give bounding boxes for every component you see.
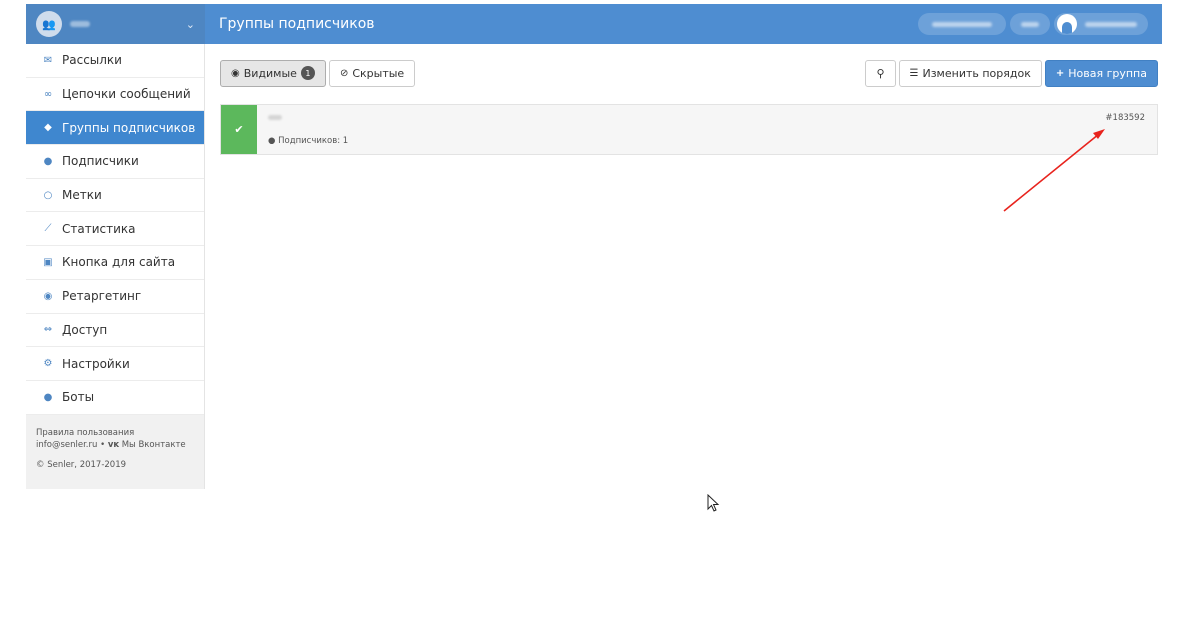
- tariff-pill[interactable]: [918, 13, 1006, 35]
- sidebar-item-7[interactable]: ◉ Ретаргетинг: [26, 280, 204, 314]
- page-title: Группы подписчиков: [219, 16, 375, 32]
- list-icon: ☰: [909, 67, 919, 79]
- reorder-label: Изменить порядок: [922, 66, 1031, 80]
- circle-icon: ○: [43, 189, 53, 201]
- sidebar-item-label: Группы подписчиков: [62, 120, 196, 135]
- android-icon: ●: [43, 391, 53, 403]
- code-file-icon: ▣: [43, 256, 53, 268]
- user-avatar-icon: [1057, 14, 1077, 34]
- sidebar-item-6[interactable]: ▣ Кнопка для сайта: [26, 246, 204, 280]
- search-button[interactable]: ⚲: [865, 59, 896, 87]
- email-link[interactable]: info@senler.ru: [36, 440, 97, 450]
- sidebar-item-10[interactable]: ● Боты: [26, 381, 204, 415]
- main-content: ◉ Видимые 1 ⊘ Скрытые ⚲ ☰ Изменить поряд…: [205, 44, 1162, 489]
- sidebar-item-1[interactable]: ∞ Цепочки сообщений: [26, 78, 204, 112]
- handshake-icon: ⇔: [43, 324, 53, 336]
- sidebar-item-label: Метки: [62, 188, 102, 203]
- subscriber-count: ● Подписчиков: 1: [268, 136, 1146, 146]
- sidebar: ✉ Рассылки ∞ Цепочки сообщений ◆ Группы подпи…: [26, 44, 205, 489]
- hidden-filter-button[interactable]: ⊘ Скрытые: [328, 59, 416, 87]
- visible-label: Видимые: [243, 66, 297, 80]
- chevron-down-icon[interactable]: ⌄: [186, 18, 195, 31]
- chart-line-icon: ⟋: [44, 223, 52, 235]
- header-user-area: [918, 13, 1148, 35]
- group-name-blurred: [268, 115, 282, 120]
- user-icon: ●: [268, 136, 276, 146]
- link-icon: ∞: [43, 88, 53, 100]
- sidebar-item-label: Боты: [62, 390, 95, 405]
- sidebar-item-5[interactable]: ⟋ Статистика: [26, 212, 204, 247]
- sidebar-item-3[interactable]: ● Подписчики: [26, 145, 204, 179]
- sidebar-item-label: Доступ: [62, 322, 108, 337]
- eye-icon: ◉: [231, 67, 240, 79]
- search-icon: ⚲: [876, 66, 885, 80]
- terms-link[interactable]: Правила пользования: [36, 427, 194, 439]
- group-card[interactable]: ✔ ● Подписчиков: 1 #183592: [220, 104, 1158, 155]
- sidebar-item-label: Статистика: [62, 221, 136, 236]
- account-switcher[interactable]: 👥 ⌄: [26, 4, 205, 44]
- sidebar-item-9[interactable]: ⚙ Настройки: [26, 347, 204, 381]
- community-name-blurred: [70, 21, 90, 27]
- visible-filter-button[interactable]: ◉ Видимые 1: [220, 59, 326, 87]
- plus-icon: +: [1055, 67, 1065, 79]
- reorder-button[interactable]: ☰ Изменить порядок: [898, 59, 1042, 87]
- envelope-icon: ✉: [43, 54, 53, 66]
- sidebar-item-2[interactable]: ◆ Группы подписчиков: [26, 111, 204, 146]
- sidebar-item-label: Ретаргетинг: [62, 289, 142, 304]
- footer-separator: •: [100, 439, 106, 450]
- subscriber-count-text: Подписчиков: 1: [278, 136, 349, 146]
- sidebar-item-label: Настройки: [62, 356, 130, 371]
- sidebar-item-label: Кнопка для сайта: [62, 255, 176, 270]
- user-menu[interactable]: [1054, 13, 1148, 35]
- sidebar-item-label: Рассылки: [62, 53, 122, 68]
- balance-pill[interactable]: [1010, 13, 1050, 35]
- new-group-button[interactable]: + Новая группа: [1044, 59, 1158, 87]
- users-icon: ●: [43, 155, 53, 167]
- toolbar: ◉ Видимые 1 ⊘ Скрытые ⚲ ☰ Изменить поряд…: [220, 59, 1158, 87]
- check-icon[interactable]: ✔: [221, 105, 257, 154]
- mouse-cursor-icon: [707, 494, 720, 512]
- top-bar: 👥 ⌄ Группы подписчиков: [26, 4, 1162, 44]
- eye-slash-icon: ⊘: [339, 67, 349, 79]
- sidebar-footer: Правила пользования info@senler.ru • ᴠᴋ …: [26, 414, 204, 489]
- group-id: #183592: [1105, 113, 1145, 123]
- sidebar-item-4[interactable]: ○ Метки: [26, 179, 204, 213]
- copyright: © Senler, 2017-2019: [36, 460, 127, 471]
- vk-icon: ᴠᴋ: [107, 439, 120, 450]
- tags-icon: ◆: [44, 122, 52, 134]
- page-header: Группы подписчиков: [205, 4, 1162, 44]
- gears-icon: ⚙: [43, 358, 53, 370]
- visible-count-badge: 1: [300, 66, 315, 80]
- new-group-label: Новая группа: [1068, 66, 1147, 80]
- vk-link[interactable]: Мы Вконтакте: [122, 440, 186, 450]
- app-window: 👥 ⌄ Группы подписчиков ✉ Рассылки ∞ Цепочки…: [26, 4, 1162, 489]
- hidden-label: Скрытые: [352, 66, 405, 80]
- community-avatar: 👥: [36, 11, 62, 37]
- sidebar-item-label: Цепочки сообщений: [62, 87, 191, 102]
- sidebar-item-8[interactable]: ⇔ Доступ: [26, 314, 204, 348]
- sidebar-item-0[interactable]: ✉ Рассылки: [26, 44, 204, 78]
- sidebar-item-label: Подписчики: [62, 154, 139, 169]
- target-icon: ◉: [43, 290, 53, 302]
